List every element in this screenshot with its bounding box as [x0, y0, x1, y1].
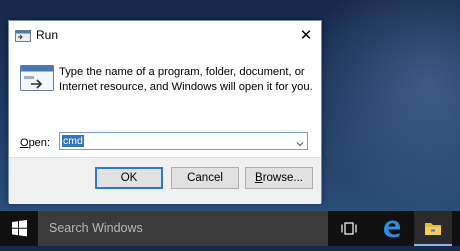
title-bar[interactable]: Run ✕	[9, 21, 321, 51]
run-program-icon	[19, 64, 55, 94]
close-button[interactable]: ✕	[291, 21, 321, 51]
open-label-accelerator: O	[20, 137, 29, 149]
taskbar: Search Windows	[0, 211, 460, 246]
start-button[interactable]	[0, 211, 38, 246]
search-placeholder: Search Windows	[49, 221, 143, 235]
windows-logo-icon	[0, 220, 38, 250]
browse-label: rowse...	[262, 172, 303, 184]
edge-button[interactable]	[372, 211, 410, 246]
task-view-icon	[330, 222, 368, 250]
taskbar-search-box[interactable]: Search Windows	[38, 211, 328, 246]
dialog-footer: OK Cancel Browse...	[9, 157, 321, 204]
open-input-value[interactable]: cmd	[62, 135, 84, 147]
browse-accelerator: B	[255, 172, 263, 184]
open-combobox[interactable]: cmd	[59, 132, 308, 150]
task-view-button[interactable]	[330, 211, 368, 246]
run-description: Type the name of a program, folder, docu…	[59, 66, 313, 93]
open-label-text: pen:	[28, 137, 50, 149]
ok-button[interactable]: OK	[95, 167, 163, 189]
dialog-title: Run	[36, 28, 59, 42]
edge-icon	[372, 220, 410, 250]
open-label: Open:	[20, 137, 50, 149]
run-icon	[15, 29, 31, 42]
cancel-button[interactable]: Cancel	[171, 167, 239, 189]
run-dialog: Run ✕ Type the name of a program, folder…	[8, 20, 322, 204]
file-explorer-icon	[414, 223, 452, 250]
desktop-background	[300, 0, 460, 210]
file-explorer-button[interactable]	[414, 211, 452, 246]
dialog-content: Type the name of a program, folder, docu…	[9, 51, 321, 157]
chevron-down-icon[interactable]	[295, 136, 305, 147]
close-icon: ✕	[299, 27, 313, 44]
browse-button[interactable]: Browse...	[245, 167, 313, 189]
